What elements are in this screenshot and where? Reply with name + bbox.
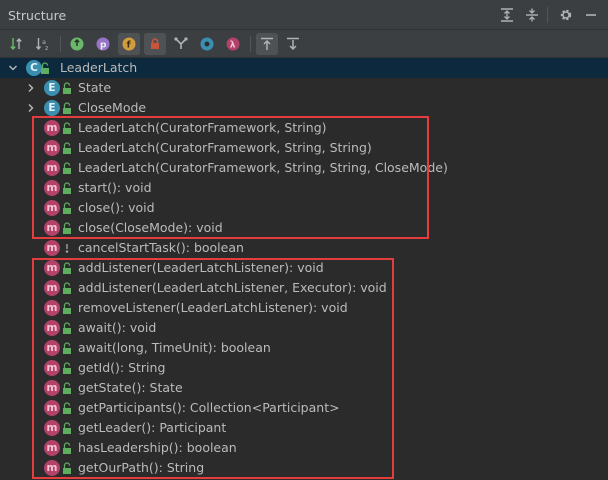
package-private-icon	[62, 241, 72, 255]
enum-icon: E	[44, 100, 60, 116]
structure-toolbar: az p f λ	[0, 30, 608, 58]
autoscroll-from-source-icon[interactable]	[282, 33, 304, 55]
show-non-public-icon[interactable]	[144, 33, 166, 55]
sort-alphabetically-icon[interactable]: az	[32, 33, 54, 55]
expand-all-icon[interactable]	[496, 5, 518, 25]
tree-row-label: cancelStartTask(): boolean	[78, 240, 244, 255]
tool-window-title: Structure	[8, 8, 67, 23]
show-fields-icon[interactable]: f	[118, 33, 140, 55]
tree-row-method[interactable]: m cancelStartTask(): boolean	[0, 238, 608, 258]
tree-row-label: CloseMode	[78, 100, 147, 115]
minimize-icon[interactable]	[580, 5, 602, 25]
structure-tree[interactable]: C LeaderLatch E State E CloseMode m Lead…	[0, 58, 608, 480]
lock-open-icon	[62, 81, 72, 95]
collapse-all-icon[interactable]	[521, 5, 543, 25]
show-lambdas-icon[interactable]: λ	[222, 33, 244, 55]
chevron-down-icon[interactable]	[6, 58, 20, 78]
svg-text:λ: λ	[230, 41, 236, 51]
lock-open-icon	[62, 101, 72, 115]
show-lambdas-tree-icon[interactable]	[170, 33, 192, 55]
enum-icon: E	[44, 80, 60, 96]
show-inherited-icon[interactable]	[66, 33, 88, 55]
sort-by-visibility-icon[interactable]	[6, 33, 28, 55]
tree-row-label: LeaderLatch	[60, 60, 138, 75]
gear-icon[interactable]	[555, 5, 577, 25]
header-actions	[493, 5, 602, 25]
chevron-right-icon[interactable]	[24, 78, 38, 98]
tree-row-label: State	[78, 80, 112, 95]
highlight-box-constructors	[32, 116, 429, 239]
tool-window-header: Structure	[0, 0, 608, 30]
autoscroll-to-source-icon[interactable]	[256, 33, 278, 55]
tree-row-enum[interactable]: E State	[0, 78, 608, 98]
tree-row-root-class[interactable]: C LeaderLatch	[0, 58, 608, 78]
svg-text:z: z	[45, 44, 49, 52]
highlight-box-public-methods	[32, 258, 394, 479]
tree-row-enum[interactable]: E CloseMode	[0, 98, 608, 118]
show-properties-icon[interactable]: p	[92, 33, 114, 55]
svg-text:p: p	[100, 41, 107, 51]
chevron-right-icon[interactable]	[24, 98, 38, 118]
header-separator	[547, 7, 548, 23]
lock-open-icon	[40, 61, 50, 75]
show-anonymous-icon[interactable]	[196, 33, 218, 55]
svg-text:f: f	[127, 41, 131, 51]
method-icon: m	[44, 240, 60, 256]
